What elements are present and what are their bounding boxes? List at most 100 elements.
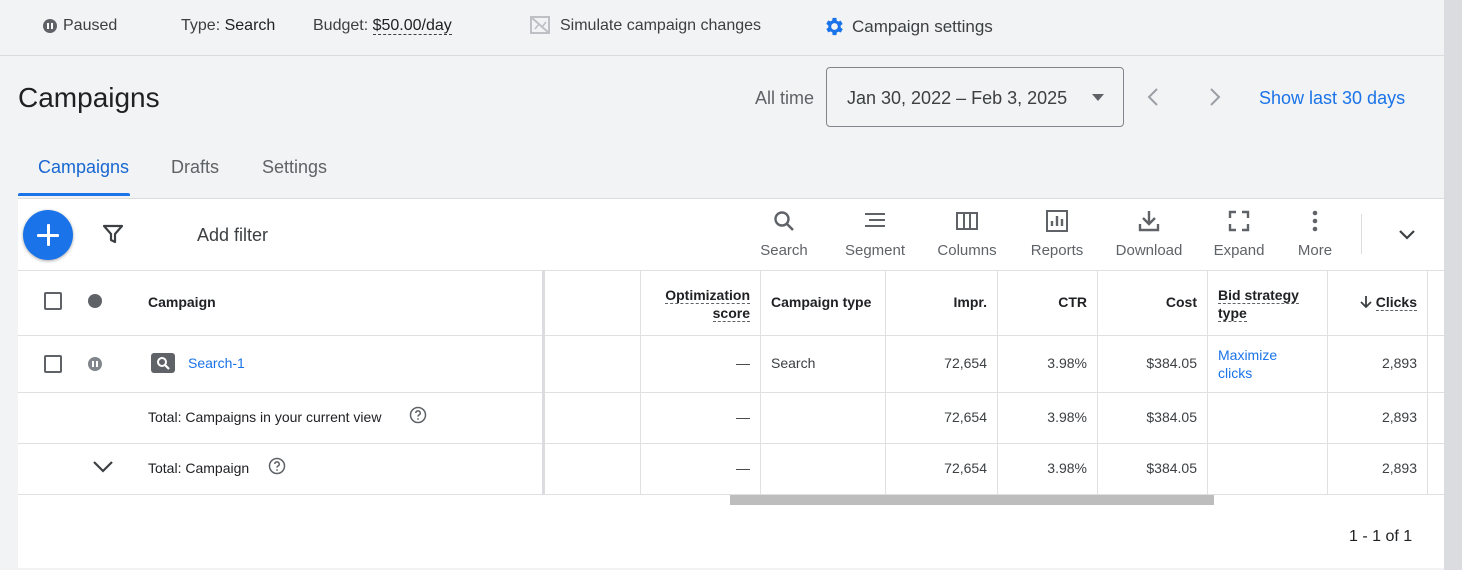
search-tool-label: Search [760, 242, 808, 259]
add-campaign-button[interactable] [23, 210, 73, 260]
expand-tool-label: Expand [1213, 242, 1265, 259]
add-filter-button[interactable]: Add filter [197, 225, 268, 246]
tab-campaigns[interactable]: Campaigns [38, 157, 129, 178]
total-campaign-impr: 72,654 [944, 460, 987, 476]
more-tool-label: More [1297, 242, 1333, 259]
total-cost: $384.05 [1146, 409, 1197, 425]
reports-icon [1046, 210, 1068, 232]
row-paused-icon[interactable] [88, 357, 102, 371]
row-checkbox[interactable] [44, 355, 62, 373]
page-title: Campaigns [18, 82, 160, 113]
column-divider [1327, 270, 1328, 494]
reports-tool-button[interactable]: Reports [1026, 209, 1088, 261]
arrow-down-sort-icon [1360, 296, 1372, 309]
expand-tool-button[interactable]: Expand [1211, 209, 1267, 261]
more-tool-button[interactable]: More [1295, 209, 1335, 261]
chevron-down-icon[interactable] [1396, 223, 1418, 245]
campaigns-table-card: Add filter Search Segment Columns Report… [18, 198, 1444, 568]
total-campaign-cost: $384.05 [1146, 460, 1197, 476]
simulate-icon [530, 16, 550, 34]
reports-tool-label: Reports [1030, 242, 1084, 259]
columns-tool-label: Columns [937, 242, 997, 259]
type-label: Type: [181, 17, 221, 34]
search-tool-button[interactable]: Search [756, 209, 812, 261]
total-clicks: 2,893 [1381, 409, 1417, 425]
optimization-score-line2: score [712, 305, 750, 322]
columns-tool-button[interactable]: Columns [934, 209, 1000, 261]
column-header-bid-strategy-type[interactable]: Bid strategy type [1218, 286, 1299, 322]
cell-impr: 72,654 [944, 355, 987, 371]
search-icon [774, 211, 794, 231]
bid-strategy-line1: Bid strategy [1218, 287, 1299, 304]
header-bottom-border [18, 335, 1444, 336]
date-range-picker[interactable]: Jan 30, 2022 – Feb 3, 2025 [826, 67, 1124, 127]
cell-clicks: 2,893 [1381, 355, 1417, 371]
clicks-header-label: Clicks [1375, 294, 1417, 311]
segment-tool-button[interactable]: Segment [840, 209, 910, 261]
column-divider [885, 270, 886, 494]
campaign-settings-link[interactable]: Campaign settings [852, 17, 993, 37]
download-tool-label: Download [1115, 242, 1183, 259]
column-header-cost[interactable]: Cost [1166, 294, 1197, 310]
column-header-campaign-type[interactable]: Campaign type [771, 294, 871, 310]
chevron-right-icon[interactable] [1203, 86, 1225, 108]
budget-info: Budget: $50.00/day [313, 17, 452, 35]
expand-icon [1228, 210, 1250, 232]
cell-ctr: 3.98% [1047, 355, 1087, 371]
type-info: Type: Search [181, 17, 275, 35]
chevron-left-icon[interactable] [1143, 86, 1165, 108]
column-divider [760, 270, 761, 494]
budget-value[interactable]: $50.00/day [372, 17, 452, 35]
help-icon[interactable] [409, 406, 427, 424]
total-current-view-label: Total: Campaigns in your current view [148, 409, 382, 425]
row-border [18, 443, 1444, 444]
total-campaign-ctr: 3.98% [1047, 460, 1087, 476]
total-ctr: 3.98% [1047, 409, 1087, 425]
row-border [18, 392, 1444, 393]
type-value: Search [224, 17, 276, 34]
status-label: Paused [63, 17, 118, 34]
segment-tool-label: Segment [844, 242, 906, 259]
cell-cost: $384.05 [1146, 355, 1197, 371]
tab-drafts[interactable]: Drafts [171, 157, 219, 178]
tab-settings[interactable]: Settings [262, 157, 327, 178]
help-icon[interactable] [268, 457, 286, 475]
filter-icon[interactable] [102, 223, 124, 245]
columns-icon [956, 212, 978, 230]
column-header-campaign[interactable]: Campaign [148, 294, 216, 310]
download-tool-button[interactable]: Download [1112, 209, 1186, 261]
segment-icon [865, 213, 885, 227]
column-divider [1207, 270, 1208, 494]
simulate-changes-button: Simulate campaign changes [560, 17, 762, 34]
bid-strategy-line2: type [1218, 305, 1247, 322]
column-header-optimization-score[interactable]: Optimization score [665, 286, 750, 322]
show-last-30-days-link[interactable]: Show last 30 days [1259, 88, 1405, 109]
campaign-name-link[interactable]: Search-1 [188, 355, 245, 371]
column-header-clicks[interactable]: Clicks [1360, 294, 1417, 311]
optimization-score-line1: Optimization [665, 287, 750, 304]
column-divider [1427, 270, 1428, 494]
table-top-border [18, 270, 1444, 271]
column-divider [640, 270, 641, 494]
total-optimization-score: — [736, 409, 750, 425]
gear-icon[interactable] [823, 15, 846, 38]
status-column-icon [88, 294, 102, 308]
bid-strategy-value-line1: Maximize [1218, 347, 1278, 363]
column-header-ctr[interactable]: CTR [1058, 294, 1087, 310]
total-impr: 72,654 [944, 409, 987, 425]
right-scroll-gutter [1444, 0, 1462, 570]
frozen-column-divider[interactable] [542, 270, 545, 494]
active-tab-indicator [18, 193, 130, 196]
horizontal-scrollbar[interactable] [730, 495, 1214, 505]
toolbar-divider [1361, 214, 1362, 254]
column-header-impr[interactable]: Impr. [954, 294, 987, 310]
download-icon [1138, 211, 1160, 232]
date-range-value: Jan 30, 2022 – Feb 3, 2025 [847, 88, 1068, 108]
chevron-down-icon[interactable] [92, 455, 114, 477]
cell-optimization-score: — [736, 355, 750, 371]
select-all-checkbox[interactable] [44, 292, 62, 310]
cell-bid-strategy-link[interactable]: Maximize clicks [1218, 346, 1277, 382]
paused-icon [43, 19, 57, 33]
total-campaign-label: Total: Campaign [148, 460, 250, 476]
cell-campaign-type: Search [771, 355, 816, 371]
